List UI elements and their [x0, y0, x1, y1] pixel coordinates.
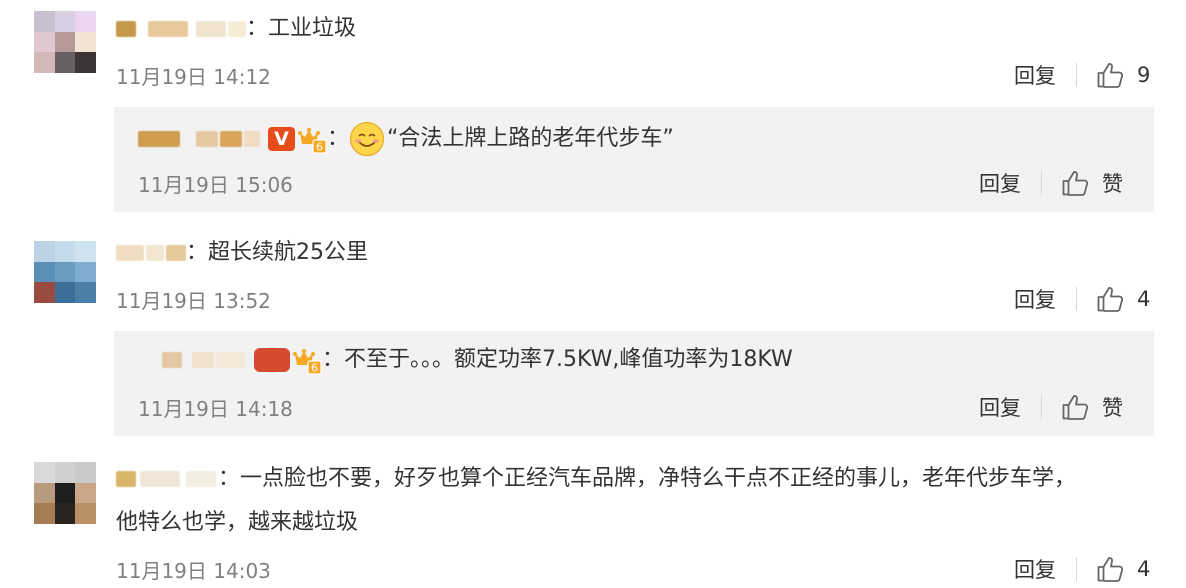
- reply-button[interactable]: 回复: [1014, 60, 1056, 90]
- like-count: 9: [1137, 63, 1151, 87]
- reply-time: 11月19日 15:06: [138, 173, 293, 197]
- smile-emoji-icon: [349, 121, 385, 157]
- reply-actions: 回复 赞: [979, 392, 1123, 422]
- like-count: 4: [1137, 557, 1151, 581]
- divider: [1041, 395, 1042, 419]
- like-count: 4: [1137, 287, 1151, 311]
- svg-text:6: 6: [311, 362, 318, 375]
- username[interactable]: [116, 242, 186, 264]
- thumbs-up-icon: [1097, 557, 1124, 582]
- avatar[interactable]: [34, 241, 96, 303]
- red-badge-icon: [254, 348, 290, 372]
- reply-button[interactable]: 回复: [1014, 284, 1056, 314]
- comment-text: ：工业垃圾: [246, 16, 357, 41]
- reply-text: “合法上牌上路的老年代步车”: [387, 126, 674, 151]
- comment-line: ：工业垃圾: [116, 14, 356, 44]
- divider: [1076, 557, 1077, 581]
- like-button[interactable]: 赞: [1062, 392, 1123, 422]
- reply-username[interactable]: [138, 128, 264, 150]
- reply-username[interactable]: [138, 349, 250, 371]
- crown-level-icon: 6: [297, 124, 327, 154]
- like-button[interactable]: 4: [1097, 556, 1150, 582]
- like-button[interactable]: 赞: [1062, 168, 1123, 198]
- divider: [1076, 287, 1077, 311]
- comment-actions: 回复 4: [1014, 554, 1150, 584]
- reply-button[interactable]: 回复: [979, 392, 1021, 422]
- username[interactable]: [116, 468, 218, 490]
- reply-line: V 6 ： “合法上牌上路的老年代步车”: [138, 121, 674, 157]
- svg-text:6: 6: [316, 141, 323, 154]
- comment-line: ：一点脸也不要，好歹也算个正经汽车品牌，净特么干点不正经的事儿，老年代步车学， …: [116, 462, 1156, 540]
- reply-box-2: 6 ：不至于。。。额定功率7.5KW,峰值功率为18KW 11月19日 14:1…: [114, 331, 1154, 436]
- like-button[interactable]: 9: [1097, 62, 1150, 88]
- like-label: 赞: [1102, 396, 1123, 420]
- thumbs-up-icon: [1097, 287, 1124, 312]
- reply-text: ：不至于。。。额定功率7.5KW,峰值功率为18KW: [322, 347, 793, 372]
- vip-badge: V: [268, 127, 295, 151]
- crown-level-icon: 6: [292, 345, 322, 375]
- divider: [1041, 171, 1042, 195]
- username[interactable]: [116, 18, 246, 40]
- like-label: 赞: [1102, 172, 1123, 196]
- thumbs-up-icon: [1062, 395, 1089, 420]
- comment-line: ：超长续航25公里: [116, 238, 368, 268]
- comment-actions: 回复 4: [1014, 284, 1150, 314]
- comment-time: 11月19日 14:03: [116, 559, 271, 583]
- comment-time: 11月19日 13:52: [116, 289, 271, 313]
- like-button[interactable]: 4: [1097, 286, 1150, 312]
- comment-time: 11月19日 14:12: [116, 65, 271, 89]
- reply-button[interactable]: 回复: [979, 168, 1021, 198]
- reply-time: 11月19日 14:18: [138, 397, 293, 421]
- reply-actions: 回复 赞: [979, 168, 1123, 198]
- thumbs-up-icon: [1062, 171, 1089, 196]
- avatar[interactable]: [34, 11, 96, 73]
- avatar[interactable]: [34, 462, 96, 524]
- reply-button[interactable]: 回复: [1014, 554, 1056, 584]
- comment-text: ：超长续航25公里: [186, 240, 368, 265]
- comment-text-line-1: ：一点脸也不要，好歹也算个正经汽车品牌，净特么干点不正经的事儿，老年代步车学，: [218, 466, 1077, 491]
- comment-text-line-2: 他特么也学，越来越垃圾: [116, 510, 359, 535]
- divider: [1076, 63, 1077, 87]
- reply-line: 6 ：不至于。。。额定功率7.5KW,峰值功率为18KW: [138, 345, 793, 375]
- thumbs-up-icon: [1097, 63, 1124, 88]
- reply-box-1: V 6 ： “合法上牌上路的老年代步车” 11月19日 15:06 回复 赞: [114, 107, 1154, 212]
- comment-actions: 回复 9: [1014, 60, 1150, 90]
